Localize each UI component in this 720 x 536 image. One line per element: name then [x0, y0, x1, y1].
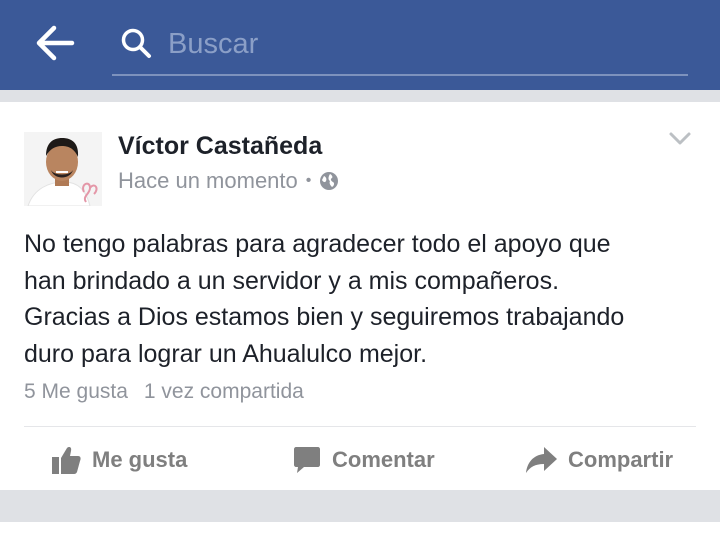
- author-name[interactable]: Víctor Castañeda: [118, 132, 322, 161]
- feed-divider-bottom: [0, 490, 720, 522]
- profile-photo: [24, 132, 102, 206]
- comment-label: Comentar: [332, 447, 435, 472]
- like-label: Me gusta: [92, 447, 188, 472]
- share-arrow-icon: [526, 447, 557, 473]
- avatar[interactable]: [24, 132, 102, 206]
- search-bar[interactable]: [112, 18, 688, 76]
- arrow-left-icon: [36, 25, 75, 61]
- search-input[interactable]: [168, 24, 668, 64]
- back-button[interactable]: [34, 24, 78, 62]
- like-count[interactable]: 5 Me gusta: [24, 380, 128, 403]
- feed-divider: [0, 90, 720, 102]
- comment-button[interactable]: Comentar: [292, 440, 435, 480]
- share-button[interactable]: Compartir: [524, 440, 673, 480]
- actions-divider: [24, 426, 696, 427]
- share-label: Compartir: [568, 447, 674, 472]
- post-meta: Hace un momento •: [118, 168, 339, 194]
- search-icon: [121, 28, 151, 58]
- thumbs-up-icon: [52, 447, 81, 474]
- like-button[interactable]: Me gusta: [50, 440, 187, 480]
- next-card-edge: [0, 522, 720, 536]
- post-card: Víctor Castañeda Hace un momento • No te…: [0, 102, 720, 490]
- chevron-down-icon: [669, 132, 691, 145]
- post-menu-button[interactable]: [666, 124, 694, 152]
- share-count[interactable]: 1 vez compartida: [144, 380, 304, 403]
- speech-bubble-icon: [294, 447, 320, 473]
- post-body: No tengo palabras para agradecer todo el…: [24, 230, 625, 368]
- post-stats: 5 Me gusta 1 vez compartida: [24, 380, 304, 404]
- post-timestamp[interactable]: Hace un momento: [118, 168, 298, 194]
- globe-icon: [320, 172, 339, 190]
- meta-separator: •: [305, 172, 312, 189]
- top-bar: [0, 0, 720, 90]
